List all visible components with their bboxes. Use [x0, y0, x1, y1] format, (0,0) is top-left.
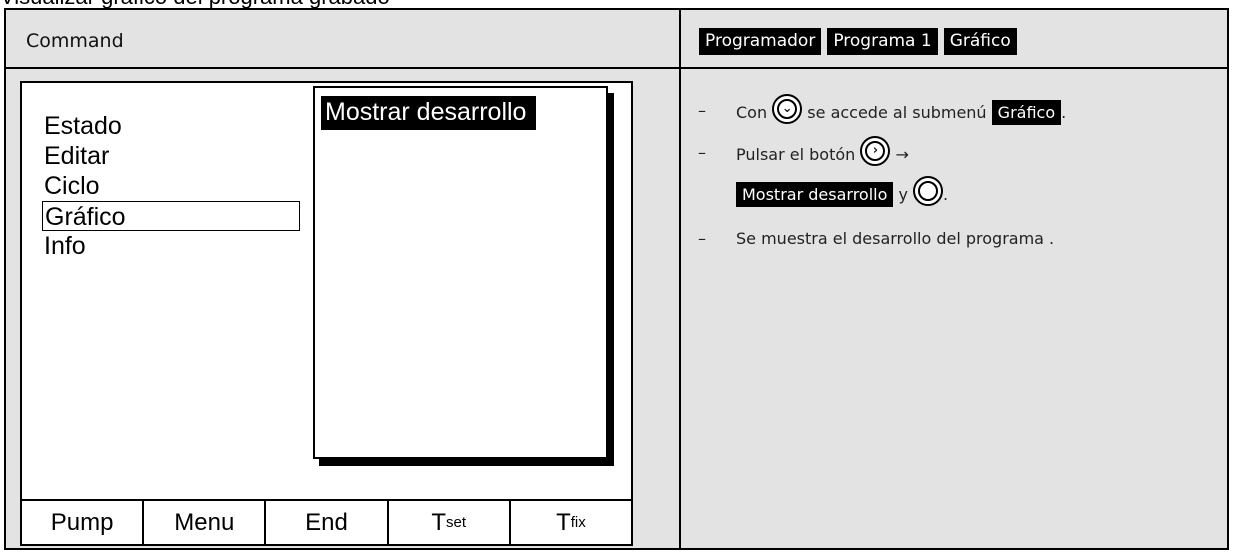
step-3: – Se muestra el desarrollo del programa … — [698, 222, 1066, 256]
softkey-tset[interactable]: Tset — [389, 501, 511, 544]
step-dash: – — [698, 143, 706, 162]
step2-highlight: Mostrar desarrollo — [736, 182, 894, 207]
breadcrumb-programa-1: Programa 1 — [827, 28, 938, 55]
step1-text-mid: se accede al submenú — [807, 103, 987, 122]
softkey-tfix-sub: fix — [570, 514, 586, 531]
menu-item-info[interactable]: Info — [42, 231, 300, 261]
instruction-table: Command Programador Programa 1 Gráfico E… — [4, 8, 1229, 550]
menu-item-editar[interactable]: Editar — [42, 141, 300, 171]
menu-item-estado[interactable]: Estado — [42, 111, 300, 141]
step2-text-post: . — [943, 185, 949, 204]
softkey-tset-sub: set — [446, 514, 467, 531]
menu-item-ciclo[interactable]: Ciclo — [42, 171, 300, 201]
step-dash: – — [698, 229, 706, 248]
step1-text-post: . — [1061, 103, 1067, 122]
step2-text-pre: Pulsar el botón — [736, 145, 856, 164]
softkey-tset-label: T — [431, 508, 447, 536]
menu-item-grafico[interactable]: Gráfico — [42, 201, 300, 231]
chevron-right-circle-icon: › — [860, 136, 891, 166]
softkey-end[interactable]: End — [266, 501, 389, 544]
ok-circle-icon — [913, 176, 944, 206]
softkey-menu-label: Menu — [174, 508, 235, 536]
step-2: – Pulsar el botón › → Mostrar desarrollo… — [698, 136, 1066, 212]
step-dash: – — [698, 101, 706, 120]
submenu-panel: Mostrar desarrollo — [313, 86, 608, 459]
device-display: Estado Editar Ciclo Gráfico Info Mostrar… — [20, 81, 633, 546]
breadcrumb-programador: Programador — [699, 28, 822, 55]
arrow-right-icon: → — [895, 145, 909, 164]
softkey-end-label: End — [305, 508, 348, 536]
breadcrumb: Programador Programa 1 Gráfico — [699, 28, 1017, 55]
step1-highlight: Gráfico — [991, 100, 1062, 125]
softkey-menu[interactable]: Menu — [144, 501, 267, 544]
softkey-tfix-label: T — [556, 508, 571, 536]
softkey-bar: Pump Menu End Tset Tfix — [22, 499, 631, 544]
softkey-tfix[interactable]: Tfix — [511, 501, 631, 544]
chevron-down-circle-icon: ⌄ — [772, 94, 803, 124]
softkey-pump[interactable]: Pump — [22, 501, 145, 544]
step1-text-pre: Con — [736, 103, 768, 122]
instructions: – Con ⌄ se accede al submenú Gráfico. – … — [698, 94, 1067, 256]
column-divider — [679, 10, 681, 548]
step2-text-y: y — [898, 185, 908, 204]
softkey-pump-label: Pump — [50, 508, 114, 536]
submenu-item-mostrar-desarrollo[interactable]: Mostrar desarrollo — [321, 96, 537, 130]
main-menu: Estado Editar Ciclo Gráfico Info — [42, 111, 300, 261]
table-header: Command Programador Programa 1 Gráfico — [6, 10, 1227, 69]
step3-text: Se muestra el desarrollo del programa . — [736, 229, 1055, 248]
step-1: – Con ⌄ se accede al submenú Gráfico. — [698, 94, 1067, 130]
breadcrumb-grafico: Gráfico — [943, 28, 1017, 55]
command-title: Command — [26, 30, 124, 52]
